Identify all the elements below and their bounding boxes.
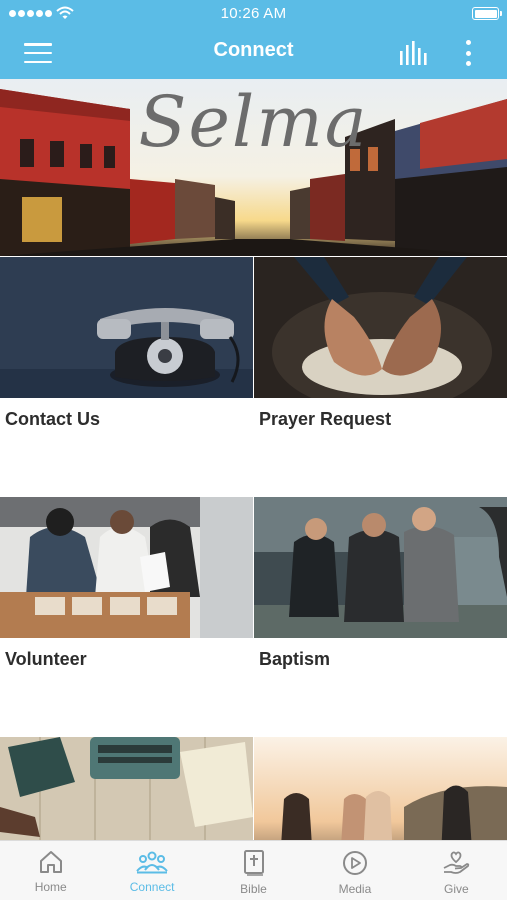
tab-label: Give — [443, 882, 469, 896]
battery-icon — [472, 7, 502, 20]
tab-bible[interactable]: Bible — [203, 841, 304, 900]
status-bar: 10:26 AM — [0, 0, 507, 28]
bottom-tab-bar: Home Connect Bible Media Give — [0, 840, 507, 900]
tab-label: Bible — [240, 882, 267, 896]
tab-media[interactable]: Media — [304, 841, 405, 900]
tile-partial[interactable] — [254, 737, 507, 840]
tile-contact-us[interactable]: Contact Us — [0, 257, 253, 497]
tile-label: Baptism — [259, 649, 331, 669]
tab-give[interactable]: Give — [406, 841, 507, 900]
tile-baptism[interactable]: Baptism — [254, 497, 507, 737]
navigation-bar: Connect — [0, 28, 507, 79]
app-header: 10:26 AM Connect — [0, 0, 507, 79]
bible-icon — [243, 850, 264, 876]
tile-volunteer[interactable]: Volunteer — [0, 497, 253, 737]
desk-typewriter-image — [0, 737, 253, 840]
prayer-request-image — [254, 257, 507, 398]
play-circle-icon — [342, 851, 367, 875]
tab-label: Home — [34, 880, 67, 894]
hero-title: Selma — [138, 81, 369, 163]
people-group-icon — [136, 851, 168, 874]
tile-prayer-request[interactable]: Prayer Request — [254, 257, 507, 497]
menu-button[interactable] — [24, 41, 52, 65]
group-sunset-image — [254, 737, 507, 840]
tile-label: Contact Us — [5, 409, 101, 429]
hero-banner[interactable]: Selma — [0, 79, 507, 256]
tab-label: Media — [338, 882, 372, 896]
tab-connect[interactable]: Connect — [101, 841, 202, 900]
baptism-image — [254, 497, 507, 638]
hand-heart-icon — [443, 851, 470, 874]
contact-us-image — [0, 257, 253, 398]
tab-label: Connect — [129, 880, 175, 894]
page-title: Connect — [213, 39, 294, 61]
more-vertical-icon[interactable] — [458, 38, 478, 68]
volunteer-image — [0, 497, 253, 638]
tab-home[interactable]: Home — [0, 841, 101, 900]
tile-label: Volunteer — [5, 649, 87, 669]
home-icon — [39, 851, 62, 873]
status-time: 10:26 AM — [220, 5, 287, 22]
tile-label: Prayer Request — [259, 409, 392, 429]
audio-bars-icon[interactable] — [399, 41, 429, 65]
tile-partial[interactable] — [0, 737, 253, 840]
